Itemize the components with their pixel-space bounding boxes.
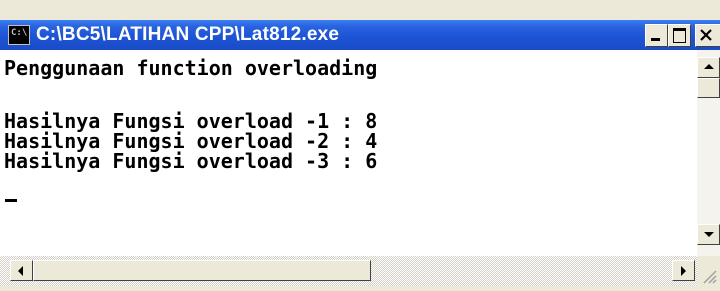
scroll-right-button[interactable] [672,260,695,281]
title-bar[interactable]: C:\ C:\BC5\LATIHAN CPP\Lat812.exe [0,20,720,50]
horizontal-scroll-thumb[interactable] [33,260,371,281]
console-window: C:\ C:\BC5\LATIHAN CPP\Lat812.exe Penggu… [0,0,720,291]
window-title: C:\BC5\LATIHAN CPP\Lat812.exe [36,24,340,45]
scroll-up-button[interactable] [697,57,720,78]
resize-grip[interactable] [697,256,720,291]
resize-grip-icon [703,270,717,284]
scroll-left-button[interactable] [10,260,33,281]
minimize-button[interactable] [645,24,668,47]
console-line: Hasilnya Fungsi overload -2 : 4 [4,129,378,153]
text-cursor [5,199,17,202]
console-output[interactable]: Penggunaan function overloading Hasilnya… [0,50,697,256]
console-line: Hasilnya Fungsi overload -3 : 6 [4,149,378,173]
console-icon-text: C:\ [11,28,28,38]
window-bottom-border [0,286,697,291]
scroll-down-button[interactable] [697,224,720,245]
console-line: Hasilnya Fungsi overload -1 : 8 [4,109,378,133]
arrow-left-icon [18,266,23,276]
close-icon [700,29,712,41]
arrow-down-icon [704,232,714,237]
arrow-up-icon [704,64,714,69]
vertical-scrollbar[interactable] [697,50,720,256]
vertical-scroll-thumb[interactable] [697,78,720,98]
maximize-button[interactable] [668,24,691,47]
horizontal-scrollbar[interactable] [0,256,697,286]
console-icon[interactable]: C:\ [8,25,30,45]
arrow-right-icon [681,266,686,276]
close-button[interactable] [695,24,720,47]
console-line: Penggunaan function overloading [4,56,378,80]
